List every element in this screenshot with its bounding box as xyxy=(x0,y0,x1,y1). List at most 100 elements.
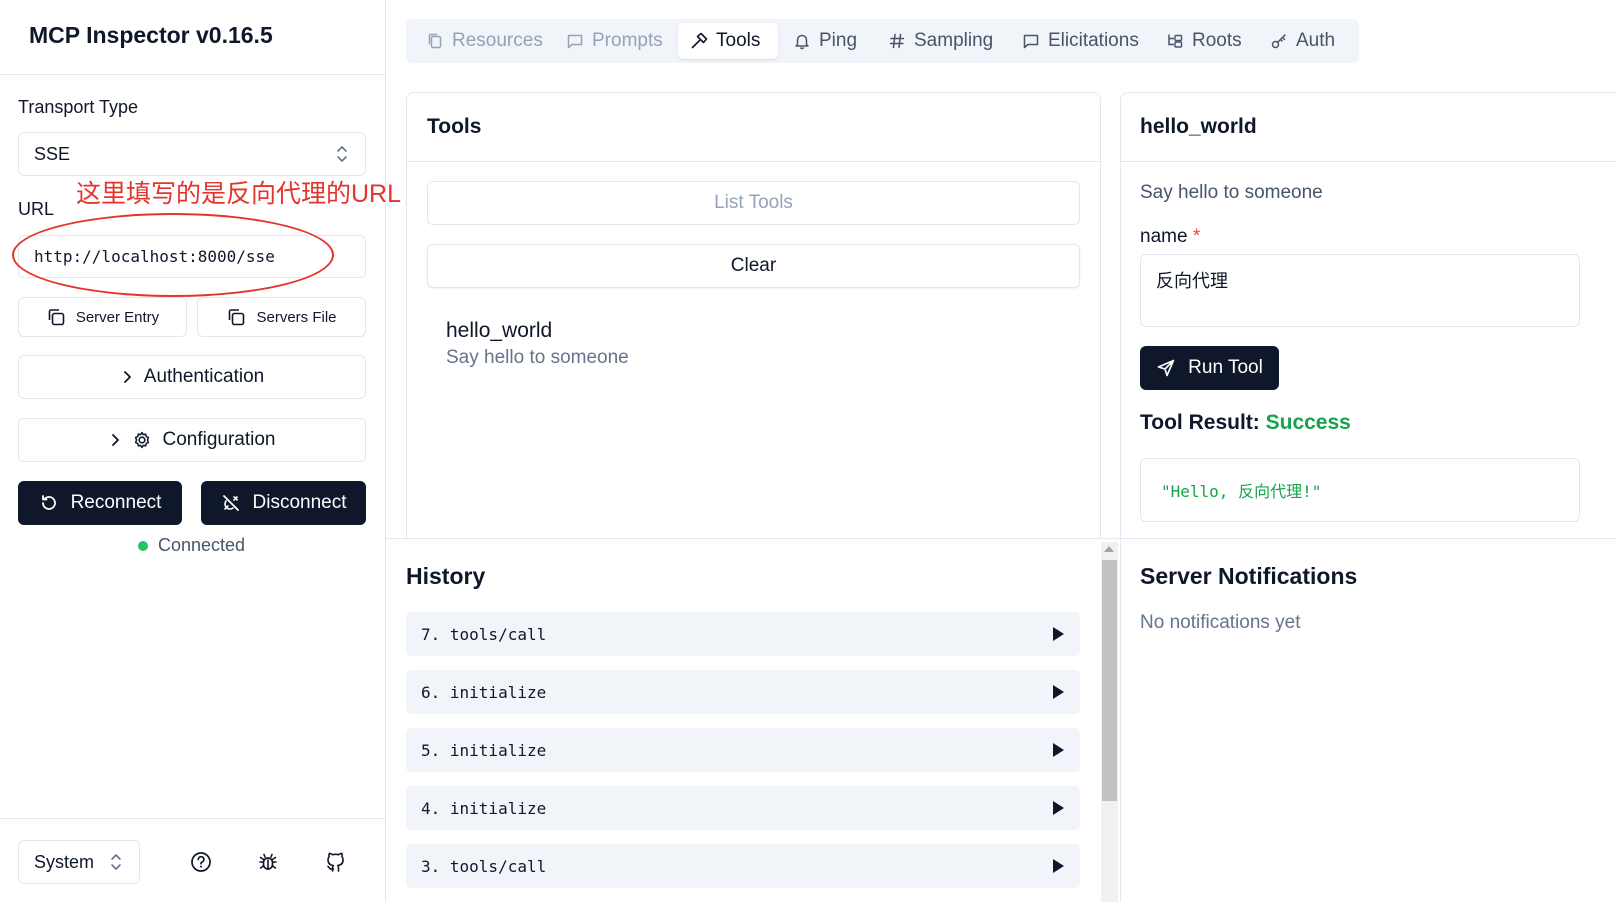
history-item-label: 7. tools/call xyxy=(421,624,547,644)
history-item-label: 4. initialize xyxy=(421,798,547,818)
hash-icon xyxy=(888,32,906,50)
transport-type-select[interactable]: SSE xyxy=(18,132,366,176)
server-entry-button[interactable]: Server Entry xyxy=(18,297,187,337)
tab-tools[interactable]: Tools xyxy=(678,23,778,59)
send-icon xyxy=(1156,358,1176,378)
transport-type-value: SSE xyxy=(34,143,71,164)
tool-list-item-description: Say hello to someone xyxy=(446,347,629,368)
tab-sampling[interactable]: Sampling xyxy=(876,23,1005,59)
files-icon xyxy=(426,32,444,50)
servers-file-label: Servers File xyxy=(256,308,337,326)
tab-ping[interactable]: Ping xyxy=(781,23,869,59)
history-item[interactable]: 5. initialize xyxy=(406,728,1080,772)
history-item[interactable]: 7. tools/call xyxy=(406,612,1080,656)
notifications-empty-text: No notifications yet xyxy=(1140,612,1301,633)
tab-label: Resources xyxy=(452,30,543,51)
authentication-toggle[interactable]: Authentication xyxy=(18,355,366,399)
message-icon xyxy=(566,32,584,50)
key-icon xyxy=(1270,32,1288,50)
history-item-label: 3. tools/call xyxy=(421,856,547,876)
server-entry-label: Server Entry xyxy=(75,308,160,326)
tab-label: Tools xyxy=(716,30,761,51)
panel-divider xyxy=(407,161,1100,162)
chevron-up-down-icon xyxy=(335,145,349,163)
url-label: URL xyxy=(18,199,55,219)
history-item[interactable]: 3. tools/call xyxy=(406,844,1080,888)
copy-icon xyxy=(226,307,246,327)
tab-label: Ping xyxy=(819,30,858,51)
tool-result-status: Success xyxy=(1265,411,1351,434)
authentication-label: Authentication xyxy=(143,366,265,387)
param-label: name * xyxy=(1140,226,1200,248)
panel-divider xyxy=(1121,161,1617,162)
history-item-label: 6. initialize xyxy=(421,682,547,702)
folder-tree-icon xyxy=(1166,32,1184,50)
history-item-label: 5. initialize xyxy=(421,740,547,760)
theme-value: System xyxy=(34,851,95,872)
reconnect-button[interactable]: Reconnect xyxy=(18,481,182,525)
configuration-toggle[interactable]: Configuration xyxy=(18,418,366,462)
disconnect-button[interactable]: Disconnect xyxy=(201,481,366,525)
expand-triangle-icon xyxy=(1053,685,1064,699)
connection-status-text: Connected xyxy=(158,535,246,555)
theme-select[interactable]: System xyxy=(18,840,140,884)
connection-status: Connected xyxy=(138,535,245,556)
run-tool-button[interactable]: Run Tool xyxy=(1140,346,1279,390)
chevron-right-icon xyxy=(120,370,134,384)
tool-result-heading: Tool Result: Success xyxy=(1140,411,1351,435)
expand-triangle-icon xyxy=(1053,743,1064,757)
history-title: History xyxy=(406,563,486,589)
param-name-input[interactable]: 反向代理 xyxy=(1140,254,1580,327)
tab-prompts: Prompts xyxy=(554,23,675,59)
scroll-up-arrow-icon[interactable] xyxy=(1104,546,1114,552)
annotation-note: 这里填写的是反向代理的URL xyxy=(76,180,402,208)
param-name: name xyxy=(1140,226,1188,247)
gear-icon xyxy=(132,430,152,450)
tab-elicitations[interactable]: Elicitations xyxy=(1010,23,1151,59)
history-item[interactable]: 4. initialize xyxy=(406,786,1080,830)
tool-result-label: Tool Result: xyxy=(1140,411,1260,434)
sidebar-divider xyxy=(0,74,386,75)
tab-resources: Resources xyxy=(414,23,555,59)
sidebar: MCP Inspector v0.16.5 Transport Type SSE… xyxy=(0,0,401,902)
tab-auth[interactable]: Auth xyxy=(1258,23,1347,59)
reconnect-label: Reconnect xyxy=(70,492,162,513)
expand-triangle-icon xyxy=(1053,627,1064,641)
unplug-icon xyxy=(221,493,241,513)
list-tools-button[interactable]: List Tools xyxy=(427,181,1080,225)
history-scrollbar-thumb[interactable] xyxy=(1102,560,1117,801)
tab-label: Auth xyxy=(1296,30,1336,51)
rotate-ccw-icon xyxy=(39,493,59,513)
run-tool-label: Run Tool xyxy=(1188,357,1263,378)
pane-divider[interactable] xyxy=(386,538,1617,539)
required-marker: * xyxy=(1192,226,1201,247)
url-input[interactable]: http://localhost:8000/sse xyxy=(18,235,366,278)
chevron-up-down-icon xyxy=(109,853,123,871)
tab-label: Elicitations xyxy=(1048,30,1139,51)
clear-button[interactable]: Clear xyxy=(427,244,1080,288)
tool-detail-description: Say hello to someone xyxy=(1140,182,1323,203)
tab-label: Sampling xyxy=(914,30,994,51)
help-icon[interactable] xyxy=(189,850,213,874)
servers-file-button[interactable]: Servers File xyxy=(197,297,366,337)
tool-detail-title: hello_world xyxy=(1140,115,1257,138)
app-title: MCP Inspector v0.16.5 xyxy=(29,22,273,48)
pane-divider-vertical xyxy=(1120,538,1121,902)
tab-roots[interactable]: Roots xyxy=(1154,23,1254,59)
bug-icon[interactable] xyxy=(256,850,280,874)
tab-bar: Resources Prompts Tools Ping Sampling El… xyxy=(406,19,1359,63)
hammer-icon xyxy=(690,32,708,50)
tools-panel-title: Tools xyxy=(427,115,482,138)
tab-label: Roots xyxy=(1192,30,1242,51)
github-icon[interactable] xyxy=(324,850,348,874)
tool-result-output: "Hello, 反向代理!" xyxy=(1140,458,1580,522)
bell-icon xyxy=(793,32,811,50)
configuration-label: Configuration xyxy=(162,429,276,450)
message-icon xyxy=(1022,32,1040,50)
sidebar-footer-divider xyxy=(0,818,386,819)
status-dot xyxy=(138,540,148,551)
transport-type-label: Transport Type xyxy=(18,97,139,117)
expand-triangle-icon xyxy=(1053,801,1064,815)
tool-list-item-name[interactable]: hello_world xyxy=(446,319,552,343)
history-item[interactable]: 6. initialize xyxy=(406,670,1080,714)
